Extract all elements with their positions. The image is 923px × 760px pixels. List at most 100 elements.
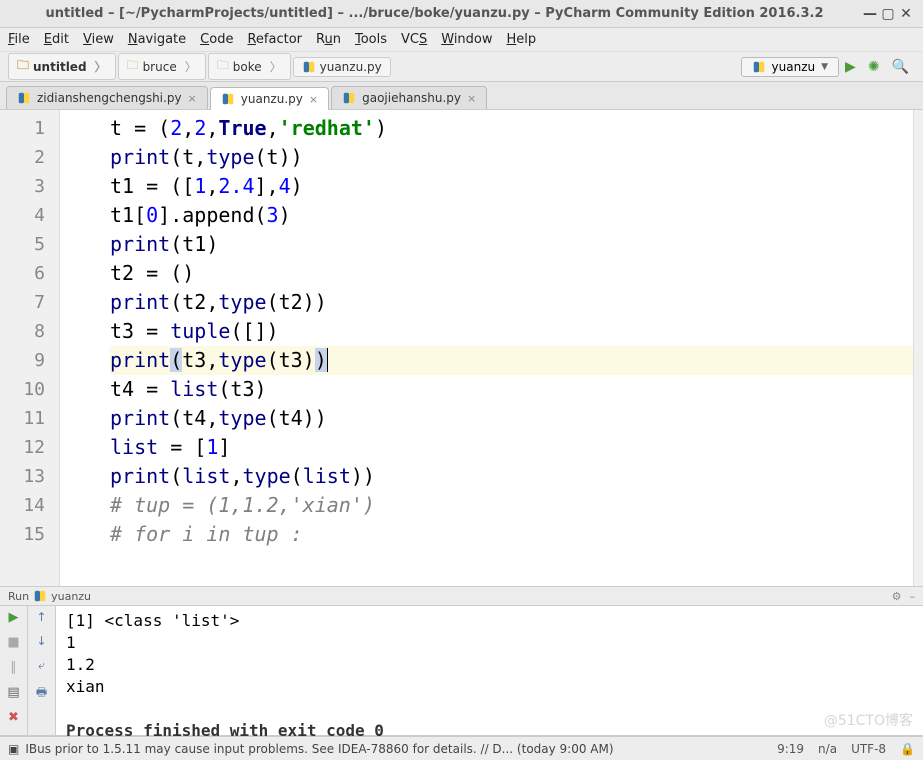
output-line: xian xyxy=(66,676,913,698)
menu-navigate[interactable]: Navigate xyxy=(128,32,186,47)
run-panel-header: Run yuanzu ⚙ – xyxy=(0,586,923,606)
run-panel-left-toolbar: ▶ ■ ∥ ▤ ✖ xyxy=(0,606,28,735)
menu-view[interactable]: View xyxy=(83,32,114,47)
run-panel: ▶ ■ ∥ ▤ ✖ ↑ ↓ ⤶ 🖶 [1] <class 'list'>11.2… xyxy=(0,606,923,736)
code-line-2[interactable]: print(t,type(t)) xyxy=(110,143,913,172)
run-panel-nav-toolbar: ↑ ↓ ⤶ 🖶 xyxy=(28,606,56,735)
code-line-14[interactable]: # tup = (1,1.2,'xian') xyxy=(110,491,913,520)
python-icon xyxy=(221,92,235,106)
breadcrumb-label: bruce xyxy=(143,60,177,74)
close-tab-icon[interactable]: × xyxy=(188,92,197,105)
debug-button[interactable]: ✺ xyxy=(868,59,880,75)
run-panel-title-name: yuanzu xyxy=(51,590,91,603)
editor-tab-gaojiehanshu.py[interactable]: gaojiehanshu.py × xyxy=(331,86,487,109)
code-line-3[interactable]: t1 = ([1,2.4],4) xyxy=(110,172,913,201)
editor-scrollbar[interactable] xyxy=(913,110,923,586)
watermark: @51CTO博客 xyxy=(824,710,913,730)
minimize-button[interactable]: — xyxy=(861,6,879,22)
breadcrumb-yuanzu.py[interactable]: yuanzu.py xyxy=(293,57,391,77)
menu-refactor[interactable]: Refactor xyxy=(247,32,302,47)
minimize-panel-icon[interactable]: – xyxy=(910,590,916,603)
wrap-button[interactable]: ⤶ xyxy=(38,658,45,673)
chevron-right-icon: 〉 xyxy=(185,58,197,75)
folder-icon: 🗀 xyxy=(217,56,229,77)
menu-run[interactable]: Run xyxy=(316,32,341,47)
code-line-6[interactable]: t2 = () xyxy=(110,259,913,288)
search-button[interactable]: 🔍 xyxy=(892,59,909,75)
menu-tools[interactable]: Tools xyxy=(355,32,387,47)
close-tab-icon[interactable]: × xyxy=(467,92,476,105)
code-line-8[interactable]: t3 = tuple([]) xyxy=(110,317,913,346)
code-line-7[interactable]: print(t2,type(t2)) xyxy=(110,288,913,317)
menu-window[interactable]: Window xyxy=(441,32,492,47)
output-line xyxy=(66,698,913,720)
line-separator[interactable]: n/a xyxy=(818,742,837,756)
editor-tab-bar: zidianshengchengshi.py×yuanzu.py×gaojieh… xyxy=(0,82,923,110)
close-tab-icon[interactable]: × xyxy=(309,93,318,106)
rerun-button[interactable]: ▶ xyxy=(9,610,19,625)
code-line-12[interactable]: list = [1] xyxy=(110,433,913,462)
close-panel-button[interactable]: ✖ xyxy=(8,710,19,725)
run-config-dropdown[interactable]: yuanzu ▼ xyxy=(741,57,840,77)
close-button[interactable]: ✕ xyxy=(897,6,915,22)
status-message[interactable]: IBus prior to 1.5.11 may cause input pro… xyxy=(25,742,777,756)
code-line-1[interactable]: t = (2,2,True,'redhat') xyxy=(110,114,913,143)
python-icon xyxy=(17,91,31,105)
menu-help[interactable]: Help xyxy=(507,32,537,47)
chevron-right-icon: 〉 xyxy=(270,58,282,75)
navigation-bar: 🗀 untitled〉🗀 bruce〉🗀 boke〉 yuanzu.py yua… xyxy=(0,52,923,82)
editor-area: 123456789101112131415 t = (2,2,True,'red… xyxy=(0,110,923,586)
code-line-5[interactable]: print(t1) xyxy=(110,230,913,259)
editor-tab-zidianshengchengshi.py[interactable]: zidianshengchengshi.py × xyxy=(6,86,208,109)
chevron-right-icon: 〉 xyxy=(95,58,107,75)
status-bar: ▣ IBus prior to 1.5.11 may cause input p… xyxy=(0,736,923,760)
code-line-11[interactable]: print(t4,type(t4)) xyxy=(110,404,913,433)
tab-label: gaojiehanshu.py xyxy=(362,91,461,105)
menu-vcs[interactable]: VCS xyxy=(401,32,427,47)
cursor-position[interactable]: 9:19 xyxy=(777,742,804,756)
python-icon xyxy=(302,60,316,74)
print-button[interactable]: 🖶 xyxy=(36,683,47,704)
code-line-9[interactable]: print(t3,type(t3)) xyxy=(110,346,913,375)
window-title: untitled – [~/PycharmProjects/untitled] … xyxy=(8,6,861,21)
run-config-label: yuanzu xyxy=(772,60,816,74)
python-icon xyxy=(752,60,766,74)
menu-bar: File Edit View Navigate Code Refactor Ru… xyxy=(0,28,923,52)
breadcrumb-label: boke xyxy=(233,60,262,74)
breadcrumb-boke[interactable]: 🗀 boke 〉 xyxy=(208,53,291,80)
folder-icon: 🗀 xyxy=(127,56,139,77)
editor-tab-yuanzu.py[interactable]: yuanzu.py × xyxy=(210,87,329,110)
folder-icon: 🗀 xyxy=(17,56,29,77)
menu-edit[interactable]: Edit xyxy=(44,32,69,47)
breadcrumb-bruce[interactable]: 🗀 bruce 〉 xyxy=(118,53,206,80)
status-icon[interactable]: ▣ xyxy=(8,742,19,756)
run-output[interactable]: [1] <class 'list'>11.2xian Process finis… xyxy=(56,606,923,735)
breadcrumb-label: yuanzu.py xyxy=(320,60,382,74)
python-icon xyxy=(342,91,356,105)
stop-button[interactable]: ■ xyxy=(7,635,19,650)
tab-label: zidianshengchengshi.py xyxy=(37,91,182,105)
menu-code[interactable]: Code xyxy=(200,32,233,47)
tab-label: yuanzu.py xyxy=(241,92,303,106)
code-line-10[interactable]: t4 = list(t3) xyxy=(110,375,913,404)
settings-icon[interactable]: ⚙ xyxy=(892,590,902,603)
code-editor[interactable]: t = (2,2,True,'redhat')print(t,type(t))t… xyxy=(60,110,913,586)
output-line: [1] <class 'list'> xyxy=(66,610,913,632)
maximize-button[interactable]: ▢ xyxy=(879,6,897,22)
run-panel-title-prefix: Run xyxy=(8,590,29,603)
pause-button[interactable]: ∥ xyxy=(10,660,17,675)
up-button[interactable]: ↑ xyxy=(36,610,46,624)
line-number-gutter[interactable]: 123456789101112131415 xyxy=(0,110,60,586)
file-encoding[interactable]: UTF-8 xyxy=(851,742,886,756)
run-button[interactable]: ▶ xyxy=(845,59,856,75)
down-button[interactable]: ↓ xyxy=(36,634,46,648)
layout-button[interactable]: ▤ xyxy=(7,685,19,700)
code-line-13[interactable]: print(list,type(list)) xyxy=(110,462,913,491)
code-line-15[interactable]: # for i in tup : xyxy=(110,520,913,549)
menu-file[interactable]: File xyxy=(8,32,30,47)
dropdown-arrow-icon: ▼ xyxy=(821,62,828,72)
breadcrumb-untitled[interactable]: 🗀 untitled〉 xyxy=(8,53,116,80)
window-titlebar: untitled – [~/PycharmProjects/untitled] … xyxy=(0,0,923,28)
code-line-4[interactable]: t1[0].append(3) xyxy=(110,201,913,230)
readonly-lock-icon[interactable]: 🔒 xyxy=(900,742,915,756)
